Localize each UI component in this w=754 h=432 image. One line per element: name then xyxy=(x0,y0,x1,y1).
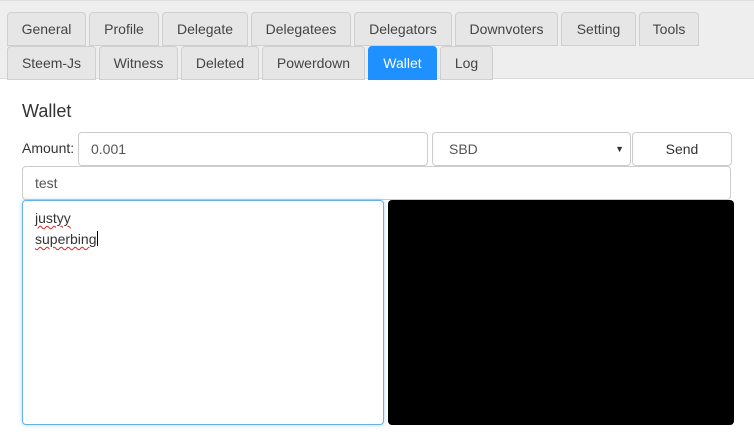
tab-delegatees[interactable]: Delegatees xyxy=(251,12,351,46)
memo-input[interactable]: test xyxy=(22,166,731,200)
tab-downvoters[interactable]: Downvoters xyxy=(455,12,558,46)
currency-select-value: SBD xyxy=(449,141,478,157)
recipients-textarea[interactable]: justyy superbing xyxy=(22,200,384,425)
tab-deleted[interactable]: Deleted xyxy=(181,46,259,80)
tab-steem-js[interactable]: Steem-Js xyxy=(7,46,96,80)
tab-bar: General Profile Delegate Delegatees Dele… xyxy=(0,0,754,80)
recipient-line: justyy xyxy=(35,208,371,229)
output-panel xyxy=(388,200,734,425)
tab-delegators[interactable]: Delegators xyxy=(354,12,452,46)
recipient-name: justyy xyxy=(35,210,71,226)
tab-powerdown[interactable]: Powerdown xyxy=(262,46,365,80)
tab-log[interactable]: Log xyxy=(440,46,493,80)
tab-setting[interactable]: Setting xyxy=(561,12,636,46)
amount-input[interactable]: 0.001 xyxy=(78,132,428,166)
recipient-line: superbing xyxy=(35,229,371,250)
caret-down-icon: ▼ xyxy=(615,144,624,154)
amount-label: Amount: xyxy=(22,140,75,156)
send-button[interactable]: Send xyxy=(632,132,732,166)
page-title: Wallet xyxy=(22,101,72,121)
recipient-name: superbing xyxy=(35,231,97,247)
tab-general[interactable]: General xyxy=(7,12,86,46)
currency-select[interactable]: SBD ▼ xyxy=(432,132,631,166)
tab-wallet[interactable]: Wallet xyxy=(368,46,437,80)
tab-delegate[interactable]: Delegate xyxy=(162,12,248,46)
tab-tools[interactable]: Tools xyxy=(639,12,699,46)
text-cursor xyxy=(96,231,98,246)
tab-witness[interactable]: Witness xyxy=(99,46,178,80)
tab-profile[interactable]: Profile xyxy=(89,12,159,46)
